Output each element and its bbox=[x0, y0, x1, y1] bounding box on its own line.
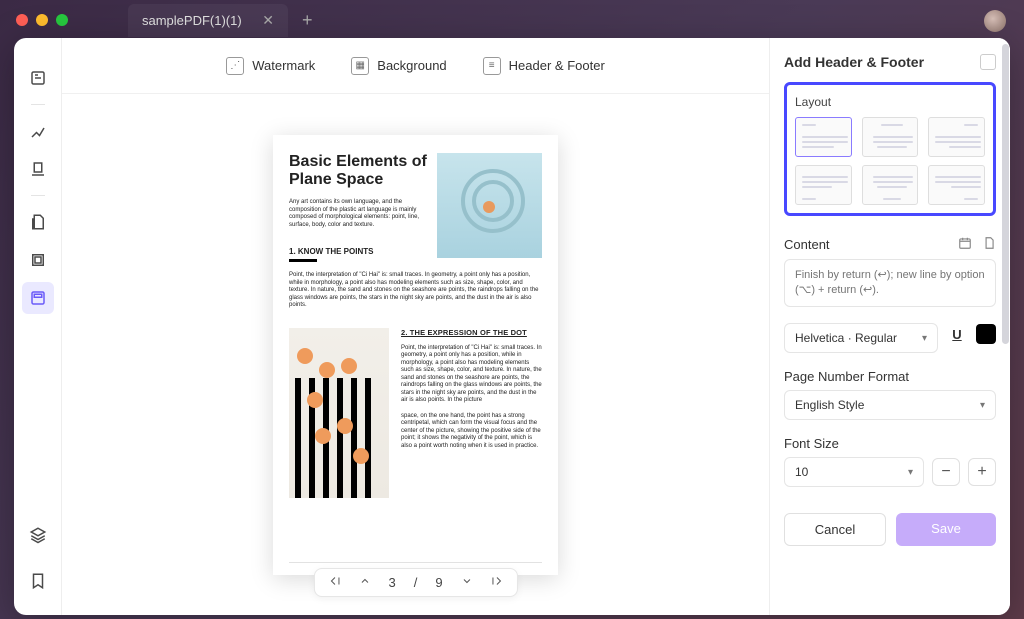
sidebar-header-footer-icon[interactable] bbox=[22, 282, 54, 314]
page-title: Basic Elements of Plane Space bbox=[289, 153, 429, 190]
date-macro-icon[interactable] bbox=[958, 236, 972, 253]
page-image-1 bbox=[437, 153, 542, 258]
fontsize-select[interactable]: 10 ▾ bbox=[784, 457, 924, 487]
close-tab-icon[interactable]: ✕ bbox=[262, 12, 274, 29]
layout-option-4[interactable] bbox=[795, 165, 852, 205]
background-label: Background bbox=[377, 58, 446, 73]
content-label: Content bbox=[784, 237, 830, 252]
nav-current-page[interactable]: 3 bbox=[388, 575, 395, 590]
add-tab-button[interactable]: + bbox=[302, 10, 313, 31]
section2-body1: Point, the interpretation of "Ci Hai" is… bbox=[401, 345, 542, 405]
nav-last-icon[interactable] bbox=[491, 575, 503, 590]
fontsize-value: 10 bbox=[795, 465, 808, 479]
underline-toggle[interactable]: U bbox=[946, 323, 968, 345]
sidebar-edit-icon[interactable] bbox=[22, 153, 54, 185]
document-tab-title: samplePDF(1)(1) bbox=[142, 13, 242, 28]
font-family-select[interactable]: Helvetica · Regular ▾ bbox=[784, 323, 938, 353]
user-avatar[interactable] bbox=[984, 10, 1006, 32]
font-family-value: Helvetica · Regular bbox=[795, 331, 897, 345]
section1-body: Point, the interpretation of "Ci Hai" is… bbox=[289, 272, 542, 310]
pagenum-format-value: English Style bbox=[795, 398, 864, 412]
header-footer-label: Header & Footer bbox=[509, 58, 605, 73]
properties-panel: Add Header & Footer Layout bbox=[770, 38, 1010, 615]
pagenum-label: Page Number Format bbox=[784, 369, 909, 384]
pagenum-format-select[interactable]: English Style ▾ bbox=[784, 390, 996, 420]
layout-label: Layout bbox=[795, 95, 985, 109]
sidebar-layers-icon[interactable] bbox=[22, 519, 54, 551]
content-input[interactable] bbox=[784, 259, 996, 307]
sidebar-annotate-icon[interactable] bbox=[22, 62, 54, 94]
sidebar-bookmark-icon[interactable] bbox=[22, 565, 54, 597]
section2-body2: space, on the one hand, the point has a … bbox=[401, 413, 542, 451]
collapse-panel-icon[interactable] bbox=[980, 54, 996, 70]
layout-option-3[interactable] bbox=[928, 117, 985, 157]
sidebar-highlight-icon[interactable] bbox=[22, 115, 54, 147]
nav-first-icon[interactable] bbox=[328, 575, 340, 590]
layout-option-5[interactable] bbox=[862, 165, 919, 205]
chevron-down-icon: ▾ bbox=[908, 467, 913, 478]
layout-option-1[interactable] bbox=[795, 117, 852, 157]
titlebar: samplePDF(1)(1) ✕ + bbox=[0, 0, 1024, 40]
chevron-down-icon: ▾ bbox=[922, 333, 927, 344]
sidebar bbox=[14, 38, 62, 615]
chevron-down-icon: ▾ bbox=[980, 400, 985, 411]
sidebar-pages-icon[interactable] bbox=[22, 206, 54, 238]
document-tab[interactable]: samplePDF(1)(1) ✕ bbox=[128, 4, 288, 37]
layout-group: Layout bbox=[784, 82, 996, 216]
sidebar-crop-icon[interactable] bbox=[22, 244, 54, 276]
background-tool[interactable]: ▦ Background bbox=[351, 57, 446, 75]
page-intro: Any art contains its own language, and t… bbox=[289, 199, 429, 229]
panel-title-text: Add Header & Footer bbox=[784, 54, 924, 70]
panel-scrollbar[interactable] bbox=[1002, 44, 1009, 344]
watermark-label: Watermark bbox=[252, 58, 315, 73]
page-image-2 bbox=[289, 328, 389, 498]
cancel-button[interactable]: Cancel bbox=[784, 513, 886, 546]
nav-page-sep: / bbox=[414, 575, 418, 590]
top-toolbar: ⋰ Watermark ▦ Background ≡ Header & Foot… bbox=[62, 38, 769, 94]
nav-prev-icon[interactable] bbox=[358, 575, 370, 590]
background-icon: ▦ bbox=[351, 57, 369, 75]
font-color-swatch[interactable] bbox=[976, 324, 996, 344]
fontsize-label: Font Size bbox=[784, 436, 839, 451]
document-canvas[interactable]: Basic Elements of Plane Space Any art co… bbox=[62, 94, 769, 615]
layout-option-2[interactable] bbox=[862, 117, 919, 157]
document-page: Basic Elements of Plane Space Any art co… bbox=[273, 135, 558, 575]
page-macro-icon[interactable] bbox=[982, 236, 996, 253]
watermark-tool[interactable]: ⋰ Watermark bbox=[226, 57, 315, 75]
section2-heading: 2. THE EXPRESSION OF THE DOT bbox=[401, 328, 542, 337]
window-close-button[interactable] bbox=[16, 14, 28, 26]
fontsize-decrement[interactable]: − bbox=[932, 458, 960, 486]
fontsize-increment[interactable]: + bbox=[968, 458, 996, 486]
header-footer-tool[interactable]: ≡ Header & Footer bbox=[483, 57, 605, 75]
header-footer-icon: ≡ bbox=[483, 57, 501, 75]
watermark-icon: ⋰ bbox=[226, 57, 244, 75]
window-zoom-button[interactable] bbox=[56, 14, 68, 26]
page-navigator: 3 / 9 bbox=[313, 568, 517, 597]
layout-option-6[interactable] bbox=[928, 165, 985, 205]
save-button[interactable]: Save bbox=[896, 513, 996, 546]
window-minimize-button[interactable] bbox=[36, 14, 48, 26]
nav-total-pages: 9 bbox=[435, 575, 442, 590]
nav-next-icon[interactable] bbox=[461, 575, 473, 590]
